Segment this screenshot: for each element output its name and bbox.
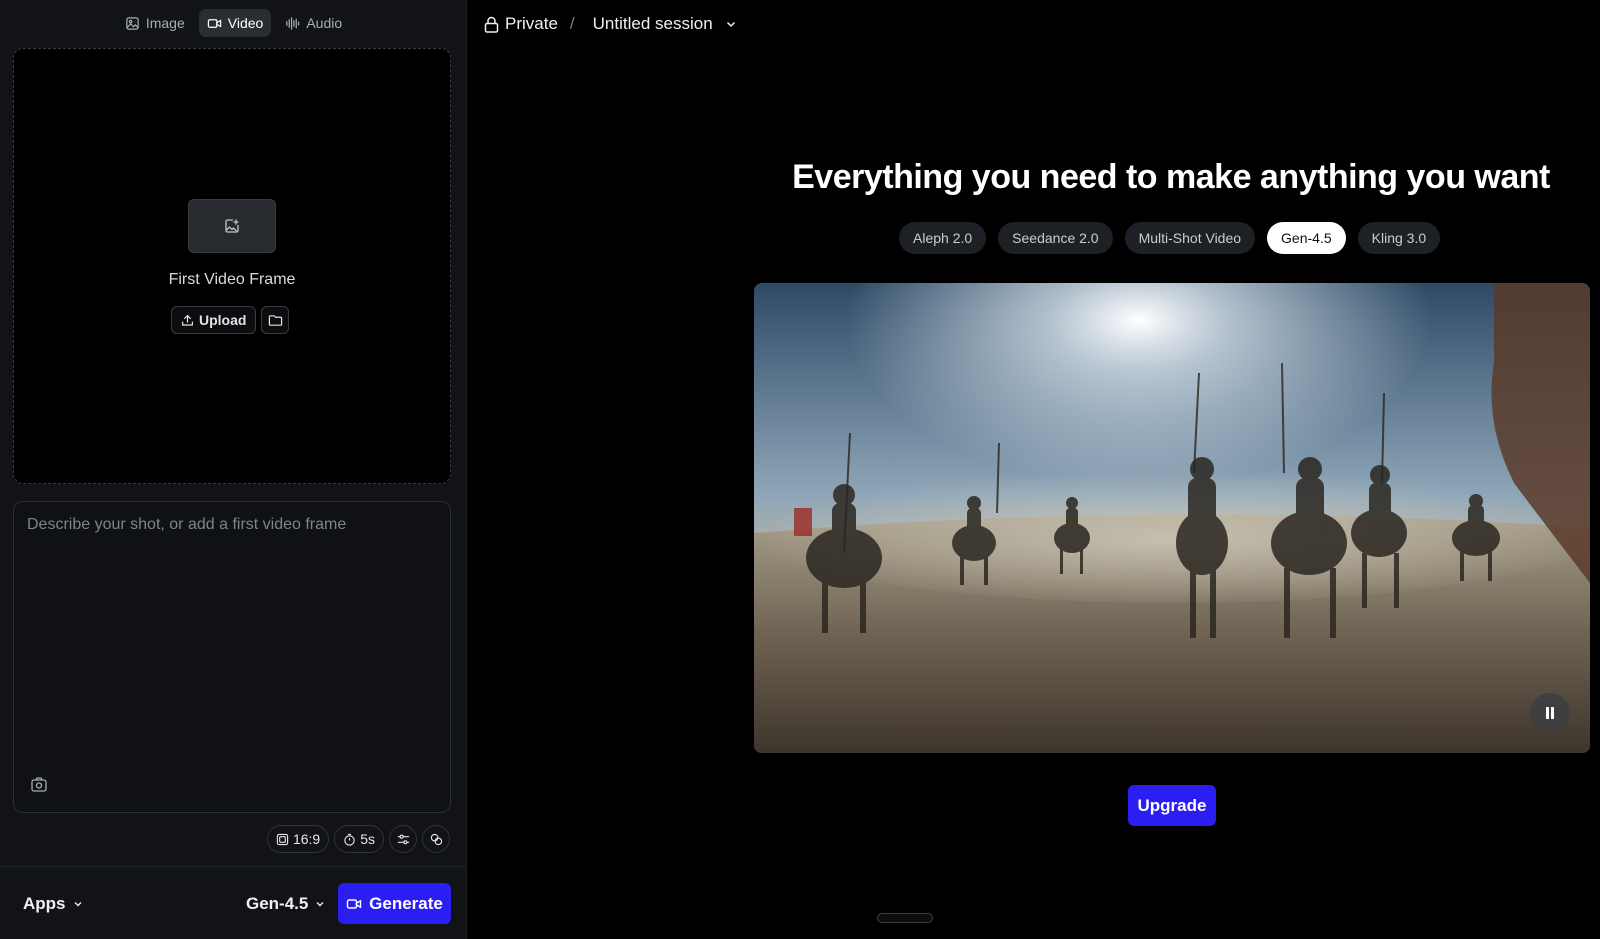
generation-settings: 16:9 5s [266,825,450,853]
video-frame-image [754,283,1590,753]
generation-panel: Image Video Audio First Video Frame Uplo… [0,0,467,939]
upload-icon [182,314,193,326]
session-title[interactable]: Untitled session [593,14,713,34]
chevron-down-icon [74,902,81,907]
model-tabs: Aleph 2.0 Seedance 2.0 Multi-Shot Video … [899,222,1441,254]
model-tab-multi-shot[interactable]: Multi-Shot Video [1124,222,1256,254]
sliders-icon [397,834,409,844]
mode-tab-audio[interactable]: Audio [277,9,350,37]
duration-value: 5s [360,831,375,847]
image-icon [126,16,139,30]
chevron-down-icon [316,902,324,907]
mode-tab-video[interactable]: Video [198,9,272,37]
generate-button[interactable]: Generate [338,883,451,924]
mode-switcher: Image Video Audio [0,9,467,37]
image-reference-icon[interactable] [30,776,48,794]
prompt-input[interactable] [14,502,450,752]
add-image-icon [225,219,239,233]
model-tab-aleph[interactable]: Aleph 2.0 [899,222,987,254]
mode-tab-image[interactable]: Image [117,9,193,37]
upload-label: Upload [199,312,247,328]
apps-label: Apps [23,894,66,913]
mode-tab-label: Audio [306,15,343,31]
visibility-label[interactable]: Private [505,14,558,34]
folder-icon [268,314,283,326]
duration-chip[interactable]: 5s [334,825,384,853]
aspect-ratio-value: 16:9 [292,831,321,847]
model-tab-seedance[interactable]: Seedance 2.0 [998,222,1113,254]
upgrade-button[interactable]: Upgrade [1128,785,1216,826]
aspect-ratio-icon [276,833,289,845]
motion-chip[interactable] [422,825,450,853]
frame-placeholder[interactable] [188,199,276,253]
app-root: Image Video Audio First Video Frame Uplo… [0,0,1600,939]
audio-waveform-icon [286,16,300,30]
upload-actions: Upload [171,306,290,334]
hero-headline: Everything you need to make anything you… [792,158,1550,196]
apps-menu[interactable]: Apps [23,894,84,914]
bottom-bar: Apps Gen-4.5 Generate [0,866,467,939]
video-icon [207,18,221,28]
timer-icon [344,833,355,846]
motion-icon [430,833,442,845]
breadcrumb-separator: / [569,14,575,33]
aspect-ratio-chip[interactable]: 16:9 [266,825,330,853]
upload-button[interactable]: Upload [171,306,257,334]
pause-icon [1546,707,1554,719]
breadcrumb: Private / Untitled session [484,12,737,36]
browse-assets-button[interactable] [261,306,290,334]
pause-button[interactable] [1530,693,1570,733]
model-selector[interactable]: Gen-4.5 [246,894,326,914]
settings-chip[interactable] [389,825,417,853]
first-frame-dropzone[interactable]: First Video Frame Upload [13,48,451,484]
mode-tab-label: Image [145,15,185,31]
model-tab-gen45[interactable]: Gen-4.5 [1267,222,1346,254]
model-tab-kling[interactable]: Kling 3.0 [1357,222,1441,254]
drag-handle[interactable] [877,913,933,923]
model-selector-label: Gen-4.5 [246,894,309,913]
lock-icon [484,16,499,33]
chevron-down-icon[interactable] [725,18,737,30]
mode-tab-label: Video [227,15,264,31]
showcase-video[interactable] [754,283,1590,753]
generate-label: Generate [369,893,443,913]
prompt-box [13,501,451,813]
first-frame-label: First Video Frame [168,271,296,288]
video-icon [346,898,362,909]
